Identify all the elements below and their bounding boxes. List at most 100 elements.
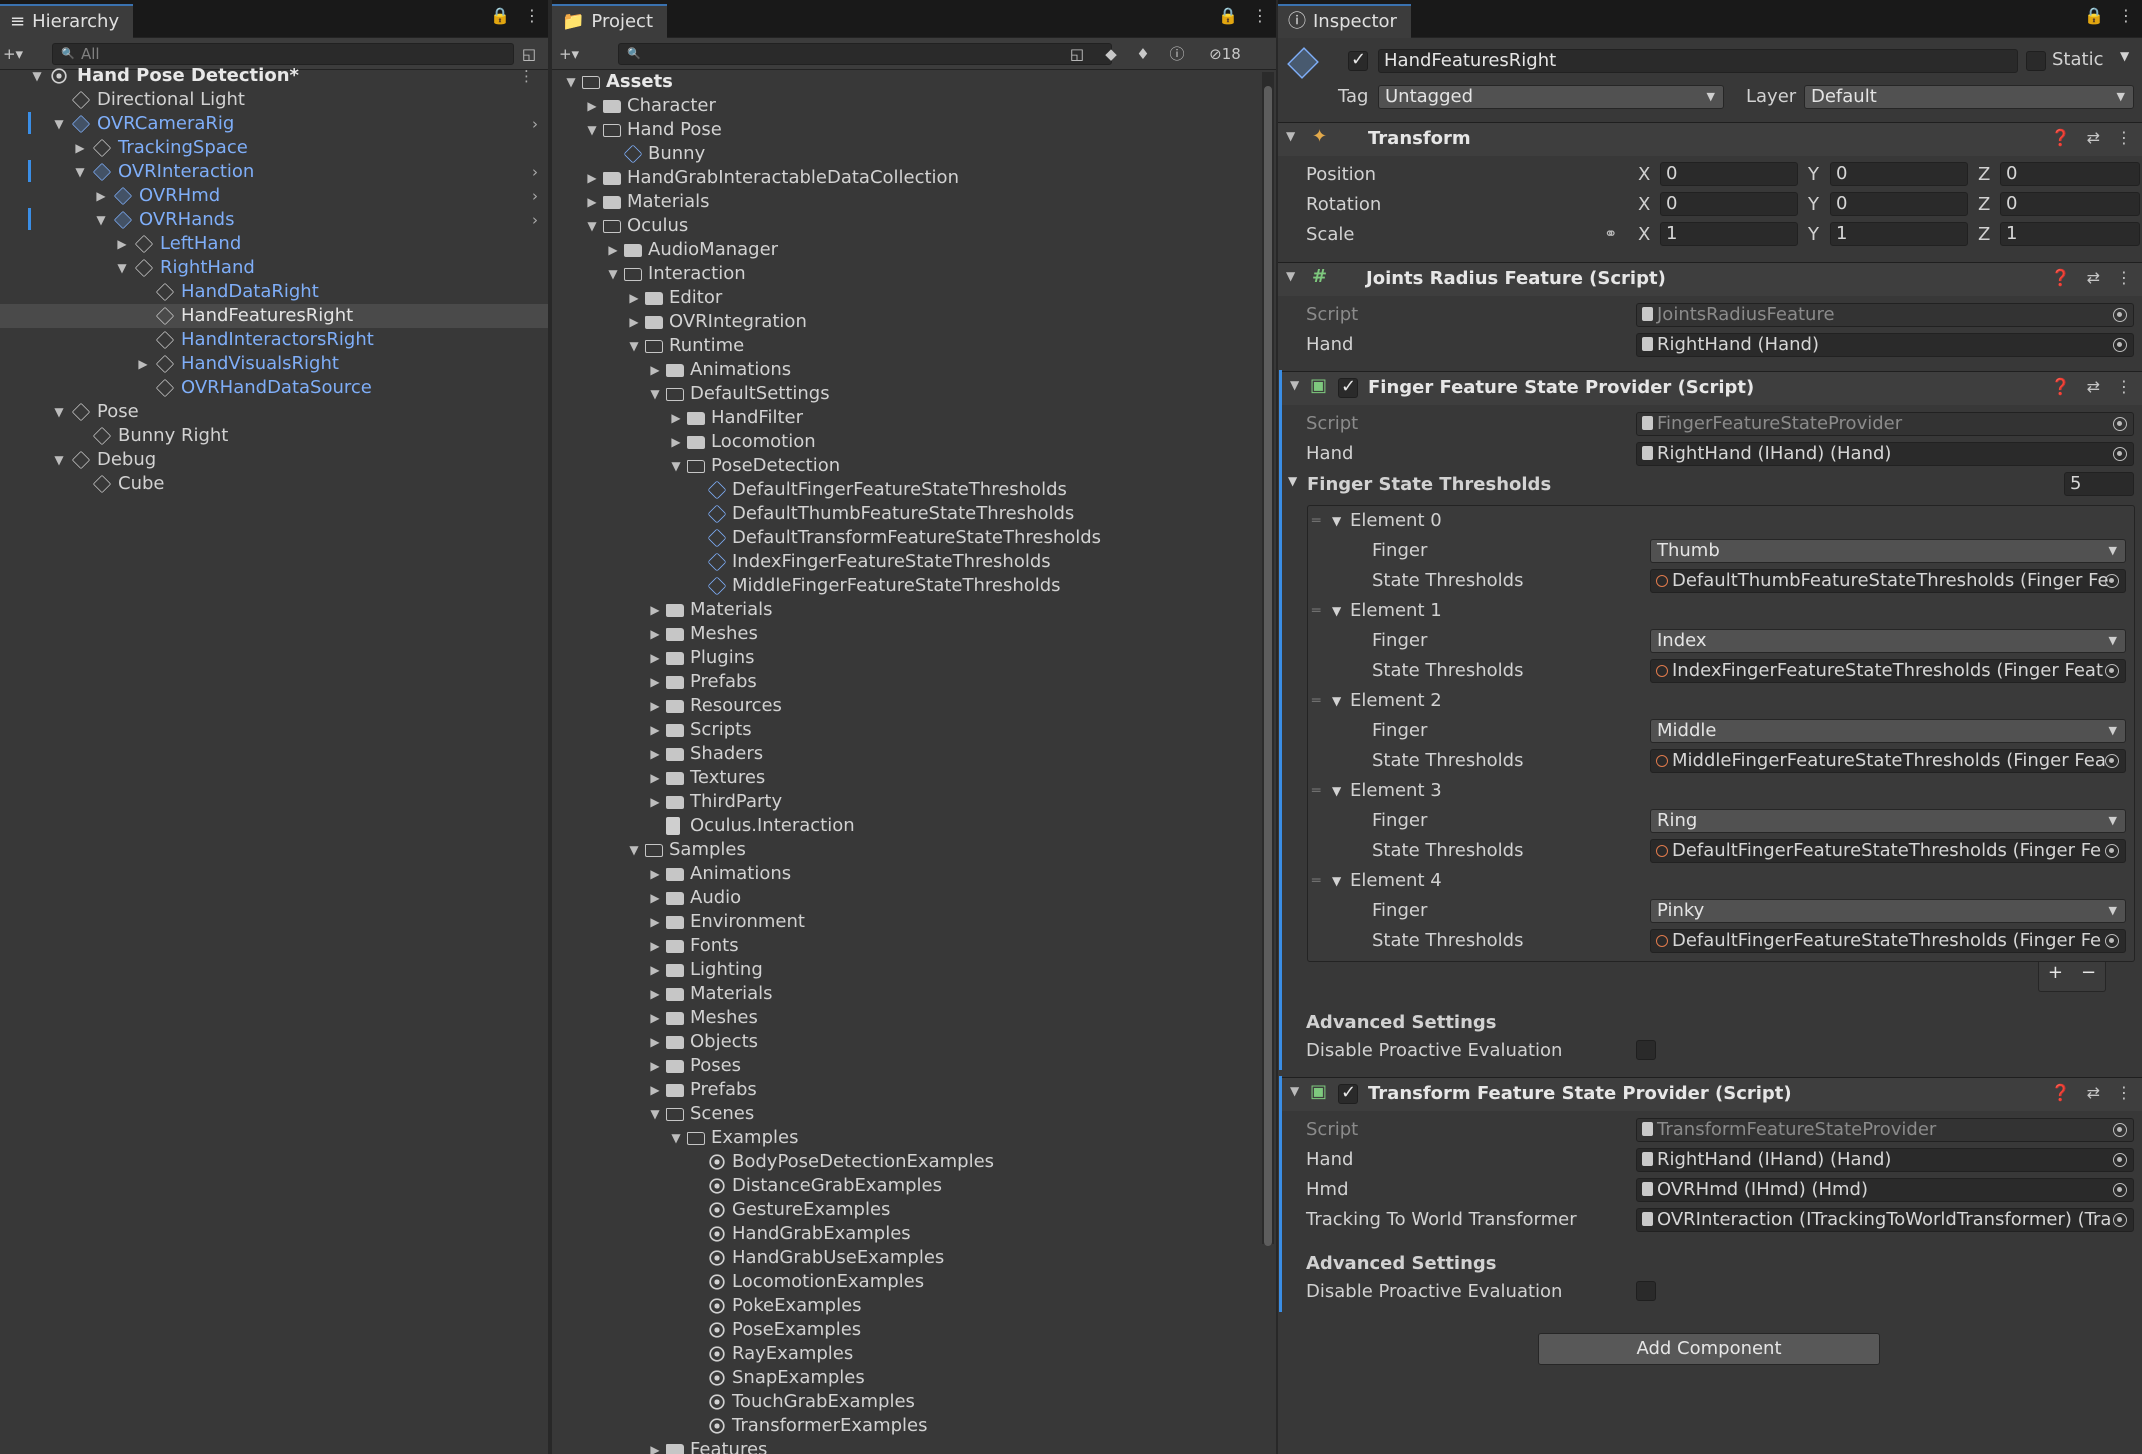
project-tab[interactable]: 📁 Project [552, 4, 668, 38]
collapsed-arrow-icon[interactable]: ▶ [648, 958, 662, 982]
collapsed-arrow-icon[interactable]: ▶ [648, 646, 662, 670]
filter-by-label-icon[interactable]: ♦ [1130, 42, 1156, 66]
hierarchy-item[interactable]: ▼ Pose [0, 400, 548, 424]
chevron-right-icon[interactable]: › [532, 160, 538, 184]
scene-options-icon[interactable]: ⋮ [519, 64, 534, 88]
project-folder-item[interactable]: ▶ Textures [552, 766, 1276, 790]
project-folder-item[interactable]: ▶ Resources [552, 694, 1276, 718]
project-asset-item[interactable]: Oculus.Interaction [552, 814, 1276, 838]
project-folder-item[interactable]: ▶ OVRIntegration [552, 310, 1276, 334]
collapsed-arrow-icon[interactable]: ▶ [648, 982, 662, 1006]
log-warning-icon[interactable]: ⓘ [1164, 42, 1190, 66]
collapsed-arrow-icon[interactable]: ▶ [648, 910, 662, 934]
chevron-right-icon[interactable]: › [532, 208, 538, 232]
collapsed-arrow-icon[interactable]: ▶ [648, 670, 662, 694]
collapsed-arrow-icon[interactable]: ▶ [648, 790, 662, 814]
project-asset-item[interactable]: PoseExamples [552, 1318, 1276, 1342]
expand-arrow-icon[interactable]: ▼ [585, 118, 599, 142]
expand-arrow-icon[interactable]: ▼ [52, 448, 66, 472]
project-asset-item[interactable]: IndexFingerFeatureStateThresholds [552, 550, 1276, 574]
expand-arrow-icon[interactable]: ▼ [606, 262, 620, 286]
expand-arrow-icon[interactable]: ▼ [669, 1126, 683, 1150]
lock-icon[interactable]: 🔒 [490, 6, 510, 25]
hierarchy-item[interactable]: ▼ Debug [0, 448, 548, 472]
project-folder-item[interactable]: ▼ Runtime [552, 334, 1276, 358]
collapsed-arrow-icon[interactable]: ▶ [627, 286, 641, 310]
hierarchy-item[interactable]: HandInteractorsRight [0, 328, 548, 352]
project-asset-item[interactable]: DefaultTransformFeatureStateThresholds [552, 526, 1276, 550]
collapsed-arrow-icon[interactable]: ▶ [627, 310, 641, 334]
project-asset-item[interactable]: DefaultThumbFeatureStateThresholds [552, 502, 1276, 526]
project-folder-item[interactable]: ▼ Oculus [552, 214, 1276, 238]
inspector-tab[interactable]: ⓘ Inspector [1278, 4, 1411, 38]
project-folder-item[interactable]: ▶ Fonts [552, 934, 1276, 958]
search-scope-icon[interactable]: ◱ [1064, 42, 1090, 66]
expand-arrow-icon[interactable]: ▼ [648, 382, 662, 406]
hierarchy-item[interactable]: Directional Light [0, 88, 548, 112]
hierarchy-item[interactable]: ▼ OVRCameraRig › [0, 112, 548, 136]
project-folder-item[interactable]: ▶ Character [552, 94, 1276, 118]
expand-arrow-icon[interactable]: ▼ [585, 214, 599, 238]
collapsed-arrow-icon[interactable]: ▶ [73, 136, 87, 160]
project-folder-item[interactable]: ▼ DefaultSettings [552, 382, 1276, 406]
project-folder-item[interactable]: ▶ Locomotion [552, 430, 1276, 454]
collapsed-arrow-icon[interactable]: ▶ [648, 622, 662, 646]
project-folder-item[interactable]: ▶ Poses [552, 1054, 1276, 1078]
collapsed-arrow-icon[interactable]: ▶ [648, 766, 662, 790]
collapsed-arrow-icon[interactable]: ▶ [648, 1078, 662, 1102]
project-folder-item[interactable]: ▶ Animations [552, 862, 1276, 886]
hierarchy-item[interactable]: HandDataRight [0, 280, 548, 304]
project-folder-item[interactable]: ▼ Samples [552, 838, 1276, 862]
project-asset-item[interactable]: Bunny [552, 142, 1276, 166]
project-folder-item[interactable]: ▶ Environment [552, 910, 1276, 934]
project-asset-item[interactable]: TouchGrabExamples [552, 1390, 1276, 1414]
project-folder-item[interactable]: ▶ Lighting [552, 958, 1276, 982]
hierarchy-item[interactable]: ▼ OVRInteraction › [0, 160, 548, 184]
collapsed-arrow-icon[interactable]: ▶ [669, 430, 683, 454]
scene-row[interactable]: ▼ Hand Pose Detection* ⋮ [0, 64, 548, 88]
hierarchy-item-selected[interactable]: HandFeaturesRight [0, 304, 548, 328]
hierarchy-search-input[interactable]: All [52, 43, 514, 65]
hierarchy-item[interactable]: ▼ OVRHands › [0, 208, 548, 232]
hierarchy-item[interactable]: ▼ RightHand [0, 256, 548, 280]
project-folder-item[interactable]: ▶ HandGrabInteractableDataCollection [552, 166, 1276, 190]
scrollbar-thumb[interactable] [1264, 86, 1272, 1246]
project-asset-item[interactable]: LocomotionExamples [552, 1270, 1276, 1294]
project-folder-item[interactable]: ▶ Prefabs [552, 670, 1276, 694]
project-asset-item[interactable]: DefaultFingerFeatureStateThresholds [552, 478, 1276, 502]
collapsed-arrow-icon[interactable]: ▶ [648, 358, 662, 382]
project-folder-item[interactable]: ▼ Assets [552, 70, 1276, 94]
project-folder-item[interactable]: ▶ Features [552, 1438, 1276, 1454]
project-folder-item[interactable]: ▶ Materials [552, 982, 1276, 1006]
more-options-icon[interactable]: ⋮ [524, 6, 540, 25]
project-folder-item[interactable]: ▶ Scripts [552, 718, 1276, 742]
collapsed-arrow-icon[interactable]: ▶ [648, 598, 662, 622]
collapsed-arrow-icon[interactable]: ▶ [115, 232, 129, 256]
collapsed-arrow-icon[interactable]: ▶ [648, 1054, 662, 1078]
project-asset-item[interactable]: HandGrabUseExamples [552, 1246, 1276, 1270]
project-folder-item[interactable]: ▼ PoseDetection [552, 454, 1276, 478]
expand-arrow-icon[interactable]: ▼ [627, 838, 641, 862]
collapsed-arrow-icon[interactable]: ▶ [585, 166, 599, 190]
lock-icon[interactable]: 🔒 [2084, 6, 2104, 25]
project-asset-item[interactable]: DistanceGrabExamples [552, 1174, 1276, 1198]
collapsed-arrow-icon[interactable]: ▶ [606, 238, 620, 262]
project-folder-item[interactable]: ▶ Editor [552, 286, 1276, 310]
expand-arrow-icon[interactable]: ▼ [94, 208, 108, 232]
project-asset-item[interactable]: RayExamples [552, 1342, 1276, 1366]
project-scrollbar[interactable] [1262, 72, 1274, 1246]
project-asset-item[interactable]: PokeExamples [552, 1294, 1276, 1318]
collapsed-arrow-icon[interactable]: ▶ [648, 934, 662, 958]
project-asset-item[interactable]: MiddleFingerFeatureStateThresholds [552, 574, 1276, 598]
hierarchy-item[interactable]: ▶ OVRHmd › [0, 184, 548, 208]
hidden-packages-icon[interactable]: ⊘18 [1200, 42, 1250, 66]
lock-icon[interactable]: 🔒 [1218, 6, 1238, 25]
create-dropdown-icon[interactable]: +▾ [0, 42, 26, 66]
collapsed-arrow-icon[interactable]: ▶ [648, 1006, 662, 1030]
expand-arrow-icon[interactable]: ▼ [669, 454, 683, 478]
project-asset-item[interactable]: HandGrabExamples [552, 1222, 1276, 1246]
project-folder-item[interactable]: ▶ HandFilter [552, 406, 1276, 430]
project-folder-item[interactable]: ▶ ThirdParty [552, 790, 1276, 814]
expand-arrow-icon[interactable]: ▼ [52, 112, 66, 136]
create-dropdown-icon[interactable]: +▾ [556, 42, 582, 66]
